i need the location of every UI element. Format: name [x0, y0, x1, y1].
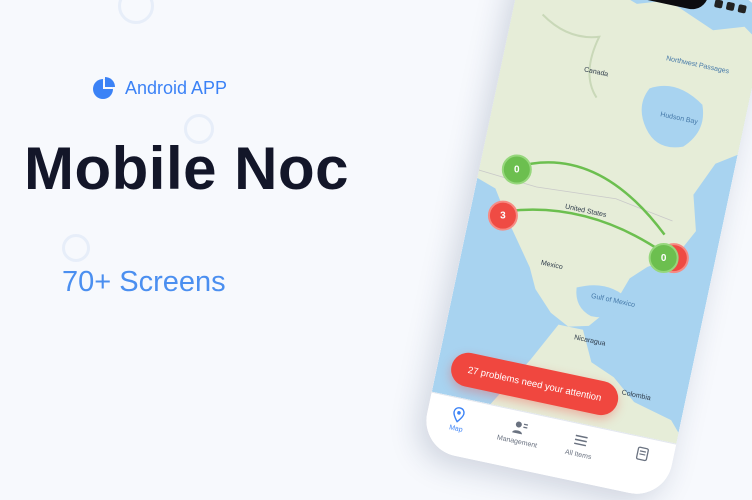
list-icon — [574, 434, 588, 447]
platform-tag: Android APP — [92, 76, 227, 100]
battery-icon — [737, 4, 747, 14]
signal-icon — [713, 0, 724, 9]
map-node-2[interactable]: 0 — [648, 242, 679, 273]
report-icon — [635, 446, 649, 462]
nav-item-map[interactable]: Map — [423, 401, 488, 461]
nav-item-management[interactable]: Management — [484, 414, 549, 474]
map-pin-icon — [453, 407, 465, 423]
map-node-1[interactable]: 3 — [487, 200, 518, 231]
page-title: Mobile Noc — [24, 135, 350, 202]
nav-item-all-items[interactable]: All Items — [545, 427, 610, 487]
pie-chart-icon — [93, 77, 115, 99]
wifi-icon — [725, 1, 736, 12]
platform-label: Android APP — [125, 77, 228, 98]
nav-label-map: Map — [448, 424, 464, 434]
users-icon — [511, 421, 528, 435]
phone-mockup: Northwest Passages Canada Hudson Bay Uni… — [419, 0, 752, 500]
map-node-0[interactable]: 0 — [501, 154, 532, 185]
decor-ring-top — [118, 0, 154, 24]
screens-count: 70+ Screens — [62, 266, 226, 298]
nav-item-reports[interactable] — [606, 440, 671, 500]
nav-label-management: Management — [496, 434, 538, 450]
decor-ring-low — [62, 234, 90, 262]
